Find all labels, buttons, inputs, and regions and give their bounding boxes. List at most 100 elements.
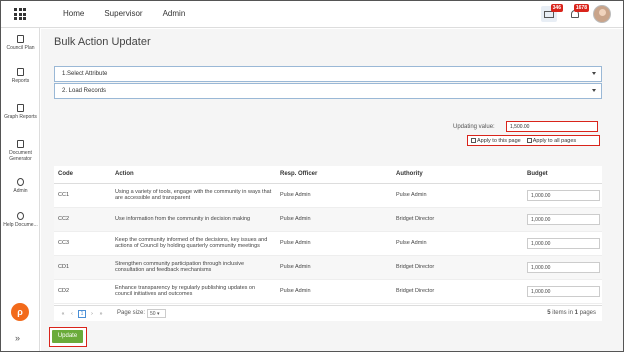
cell-code: CC3	[54, 231, 111, 256]
pagination-bar: « ‹ 1 › » Page size: 50 ▾ 5 items in 1 p…	[54, 305, 602, 321]
update-highlight: Update	[49, 327, 87, 347]
sidebar-item-reports[interactable]: Reports	[1, 68, 40, 84]
main-content: Bulk Action Updater 1.Select Attribute 2…	[41, 29, 623, 351]
cell-code: CD2	[54, 279, 111, 304]
first-page-button[interactable]: «	[60, 311, 66, 317]
col-header-code[interactable]: Code	[54, 166, 111, 184]
budget-input[interactable]: 1,000.00	[527, 237, 600, 249]
brand-logo[interactable]: ρ	[11, 303, 29, 321]
updating-value-label: Updating value:	[453, 124, 495, 130]
cell-budget: 1,000.00	[523, 183, 602, 208]
table-row: CC2 Use information from the community i…	[54, 207, 602, 232]
select-attribute-panel[interactable]: 1.Select Attribute	[54, 66, 602, 82]
apply-all-pages-checkbox[interactable]: Apply to all pages	[526, 137, 577, 144]
document-icon	[17, 140, 24, 148]
cell-authority: Pulse Admin	[392, 231, 523, 256]
pages-text: pages	[577, 310, 596, 316]
page-size-select[interactable]: 50 ▾	[147, 309, 166, 318]
last-page-button[interactable]: »	[98, 311, 104, 317]
cell-officer: Pulse Admin	[276, 231, 392, 256]
sidebar-item-label: Document Generator	[9, 150, 32, 162]
page-size-value: 50	[150, 311, 156, 317]
chevron-down-icon	[592, 89, 596, 92]
update-button[interactable]: Update	[52, 330, 83, 343]
messages-icon[interactable]: 346	[541, 4, 563, 22]
cell-action: Strengthen community participation throu…	[111, 255, 276, 280]
help-icon	[17, 212, 24, 220]
page-title: Bulk Action Updater	[54, 36, 151, 48]
clipboard-icon	[17, 35, 24, 43]
cell-budget: 1,000.00	[523, 231, 602, 256]
cell-authority: Bridget Director	[392, 255, 523, 280]
nav-admin[interactable]: Admin	[163, 9, 186, 18]
col-header-officer[interactable]: Resp. Officer	[276, 166, 392, 184]
sidebar-item-graph-reports[interactable]: Graph Reports	[1, 104, 40, 120]
load-records-panel[interactable]: 2. Load Records	[54, 83, 602, 99]
nav-supervisor[interactable]: Supervisor	[104, 9, 142, 18]
sidebar-item-label: Reports	[11, 78, 30, 84]
cell-action: Enhance transparency by regularly publis…	[111, 279, 276, 304]
chevron-down-icon	[592, 72, 596, 75]
table-row: CD1 Strengthen community participation t…	[54, 255, 602, 280]
cell-action: Use information from the community in de…	[111, 207, 276, 232]
prev-page-button[interactable]: ‹	[69, 311, 75, 317]
messages-badge: 346	[550, 4, 563, 12]
report-icon	[17, 68, 24, 76]
app-window: Home Supervisor Admin 346 1678 Council P…	[0, 0, 624, 352]
cell-code: CC2	[54, 207, 111, 232]
cell-authority: Bridget Director	[392, 279, 523, 304]
sidebar-item-label: Council Plan	[6, 45, 35, 51]
budget-input[interactable]: 1,000.00	[527, 189, 600, 201]
graph-icon	[17, 104, 24, 112]
cell-action: Keep the community informed of the decis…	[111, 231, 276, 256]
cell-budget: 1,000.00	[523, 207, 602, 232]
cell-code: CD1	[54, 255, 111, 280]
table-row: CC1 Using a variety of tools, engage wit…	[54, 183, 602, 208]
budget-input[interactable]: 1,000.00	[527, 285, 600, 297]
sidebar-item-council-plan[interactable]: Council Plan	[1, 35, 40, 51]
sidebar-item-label: Graph Reports	[4, 114, 37, 120]
expand-sidebar-icon[interactable]: »	[15, 333, 20, 343]
budget-input[interactable]: 1,000.00	[527, 213, 600, 225]
sidebar: Council Plan Reports Graph Reports Docum…	[1, 28, 40, 351]
bell-icon[interactable]: 1678	[567, 4, 589, 22]
table-row: CD2 Enhance transparency by regularly pu…	[54, 279, 602, 304]
apply-options: Apply to this page Apply to all pages	[467, 135, 600, 146]
cell-officer: Pulse Admin	[276, 255, 392, 280]
notifications-badge: 1678	[573, 4, 589, 12]
sidebar-item-help[interactable]: Help Docume...	[1, 212, 40, 228]
sidebar-item-admin[interactable]: Admin	[1, 178, 40, 194]
pagination-info: 5 items in 1 pages	[547, 310, 596, 316]
avatar[interactable]	[593, 5, 611, 23]
admin-icon	[17, 178, 24, 186]
apply-all-pages-label: Apply to all pages	[532, 137, 577, 144]
sidebar-item-label: Help Docume...	[3, 222, 38, 228]
page-size-label: Page size:	[117, 310, 146, 316]
cell-officer: Pulse Admin	[276, 279, 392, 304]
cell-authority: Bridget Director	[392, 207, 523, 232]
updating-value-input[interactable]: 1,500.00	[506, 121, 598, 132]
top-nav: Home Supervisor Admin	[63, 9, 185, 18]
cell-authority: Pulse Admin	[392, 183, 523, 208]
col-header-action[interactable]: Action	[111, 166, 276, 184]
cell-officer: Pulse Admin	[276, 183, 392, 208]
col-header-authority[interactable]: Authority	[392, 166, 523, 184]
app-grid-icon[interactable]	[14, 8, 26, 20]
sidebar-item-document-generator[interactable]: Document Generator	[1, 140, 40, 162]
cell-officer: Pulse Admin	[276, 207, 392, 232]
cell-budget: 1,000.00	[523, 255, 602, 280]
records-table: Code Action Resp. Officer Authority Budg…	[54, 166, 602, 316]
select-attribute-label: 1.Select Attribute	[62, 71, 108, 77]
sidebar-item-label: Admin	[13, 188, 28, 194]
cell-budget: 1,000.00	[523, 279, 602, 304]
top-bar: Home Supervisor Admin 346 1678	[1, 1, 623, 28]
table-row: CC3 Keep the community informed of the d…	[54, 231, 602, 256]
items-in-text: items in	[550, 310, 575, 316]
apply-this-page-checkbox[interactable]: Apply to this page	[471, 138, 521, 144]
budget-input[interactable]: 1,000.00	[527, 261, 600, 273]
next-page-button[interactable]: ›	[89, 311, 95, 317]
col-header-budget[interactable]: Budget	[523, 166, 602, 184]
current-page-button[interactable]: 1	[78, 310, 86, 318]
nav-home[interactable]: Home	[63, 9, 84, 18]
cell-action: Using a variety of tools, engage with th…	[111, 183, 276, 208]
